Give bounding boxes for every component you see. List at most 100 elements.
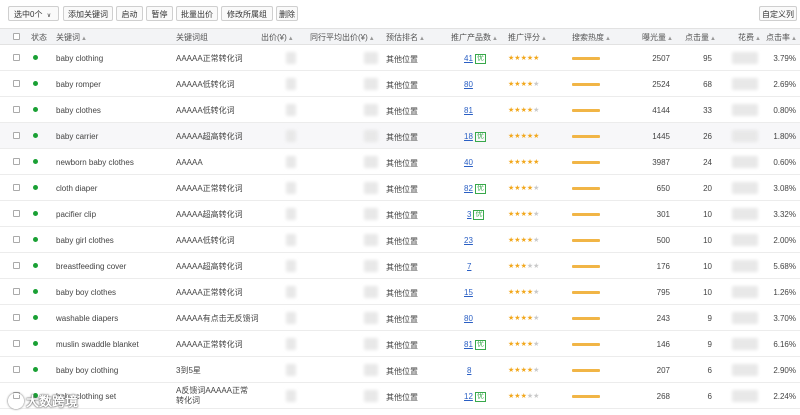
optimize-badge[interactable]: 优 (474, 340, 486, 350)
row-checkbox[interactable] (13, 132, 20, 139)
keyword-group-cell[interactable]: AAAAA超高转化词 (176, 210, 276, 220)
bid-value-blurred[interactable] (286, 104, 296, 116)
row-checkbox[interactable] (13, 184, 20, 191)
optimize-badge[interactable]: 优 (474, 132, 486, 142)
row-checkbox[interactable] (13, 340, 20, 347)
product-count-link[interactable]: 81 (464, 340, 473, 349)
status-active-icon[interactable] (33, 315, 38, 320)
status-active-icon[interactable] (33, 289, 38, 294)
status-active-icon[interactable] (33, 341, 38, 346)
product-count-cell[interactable]: 81 优 (464, 340, 486, 350)
row-checkbox[interactable] (13, 262, 20, 269)
optimize-badge[interactable]: 优 (474, 392, 486, 402)
status-active-icon[interactable] (33, 211, 38, 216)
status-active-icon[interactable] (33, 263, 38, 268)
product-count-link[interactable]: 40 (464, 158, 473, 167)
bid-value-blurred[interactable] (286, 286, 296, 298)
product-count-link[interactable]: 80 (464, 80, 473, 89)
add-keyword-button[interactable]: 添加关键词 (63, 6, 113, 21)
product-count-link[interactable]: 81 (464, 106, 473, 115)
product-count-link[interactable]: 23 (464, 236, 473, 245)
row-checkbox[interactable] (13, 106, 20, 113)
delete-button[interactable]: 删除 (276, 6, 298, 21)
keyword-group-cell[interactable]: AAAAA正常转化词 (176, 340, 276, 350)
row-checkbox[interactable] (13, 54, 20, 61)
select-dropdown[interactable]: 选中0个 ∨ (8, 6, 59, 21)
status-active-icon[interactable] (33, 367, 38, 372)
header-impressions[interactable]: 曝光量▲ (642, 32, 673, 43)
keyword-group-cell[interactable]: A反馈词AAAAA正常转化词 (176, 386, 248, 406)
keyword-group-cell[interactable]: AAAAA正常转化词 (176, 54, 276, 64)
product-count-link[interactable]: 7 (467, 262, 471, 271)
keyword-group-cell[interactable]: AAAAA低转化词 (176, 236, 276, 246)
keyword-group-cell[interactable]: 3到5星 (176, 366, 276, 376)
pause-button[interactable]: 暂停 (146, 6, 173, 21)
product-count-cell[interactable]: 8 (467, 366, 471, 375)
bid-value-blurred[interactable] (286, 312, 296, 324)
header-cost[interactable]: 花费▲ (738, 32, 761, 43)
bid-value-blurred[interactable] (286, 364, 296, 376)
status-active-icon[interactable] (33, 237, 38, 242)
status-active-icon[interactable] (33, 185, 38, 190)
product-count-cell[interactable]: 81 (464, 106, 473, 115)
custom-columns-button[interactable]: 自定义列 (759, 6, 797, 21)
select-all-checkbox[interactable] (13, 33, 20, 40)
header-clicks[interactable]: 点击量▲ (685, 32, 716, 43)
product-count-link[interactable]: 82 (464, 184, 473, 193)
keyword-group-cell[interactable]: AAAAA (176, 158, 276, 168)
status-active-icon[interactable] (33, 133, 38, 138)
row-checkbox[interactable] (13, 210, 20, 217)
bid-value-blurred[interactable] (286, 338, 296, 350)
batch-bid-button[interactable]: 批量出价 (176, 6, 218, 21)
product-count-cell[interactable]: 18 优 (464, 132, 486, 142)
optimize-badge[interactable]: 优 (474, 54, 486, 64)
product-count-cell[interactable]: 80 (464, 80, 473, 89)
bid-value-blurred[interactable] (286, 52, 296, 64)
keyword-group-cell[interactable]: AAAAA正常转化词 (176, 288, 276, 298)
product-count-cell[interactable]: 3优 (467, 210, 485, 220)
change-group-button[interactable]: 修改所属组 (221, 6, 273, 21)
optimize-badge[interactable]: 优 (474, 184, 486, 194)
keyword-group-cell[interactable]: AAAAA低转化词 (176, 80, 276, 90)
product-count-link[interactable]: 8 (467, 366, 471, 375)
header-bid[interactable]: 出价(¥)▲ (261, 32, 294, 43)
product-count-cell[interactable]: 12 优 (464, 392, 486, 402)
product-count-cell[interactable]: 23 (464, 236, 473, 245)
row-checkbox[interactable] (13, 158, 20, 165)
header-heat[interactable]: 搜索热度▲ (572, 32, 611, 43)
optimize-badge[interactable]: 优 (473, 210, 485, 220)
product-count-cell[interactable]: 82 优 (464, 184, 486, 194)
start-button[interactable]: 启动 (116, 6, 143, 21)
bid-value-blurred[interactable] (286, 208, 296, 220)
bid-value-blurred[interactable] (286, 182, 296, 194)
bid-value-blurred[interactable] (286, 234, 296, 246)
product-count-link[interactable]: 3 (467, 210, 471, 219)
product-count-cell[interactable]: 40 (464, 158, 473, 167)
header-ctr[interactable]: 点击率▲ (766, 32, 797, 43)
product-count-cell[interactable]: 80 (464, 314, 473, 323)
product-count-cell[interactable]: 7 (467, 262, 471, 271)
keyword-group-cell[interactable]: AAAAA低转化词 (176, 106, 276, 116)
product-count-cell[interactable]: 15 (464, 288, 473, 297)
row-checkbox[interactable] (13, 80, 20, 87)
keyword-group-cell[interactable]: AAAAA超高转化词 (176, 132, 276, 142)
header-peer-avg[interactable]: 同行平均出价(¥)▲ (310, 32, 375, 43)
bid-value-blurred[interactable] (286, 130, 296, 142)
row-checkbox[interactable] (13, 366, 20, 373)
product-count-link[interactable]: 80 (464, 314, 473, 323)
product-count-cell[interactable]: 41 优 (464, 54, 486, 64)
row-checkbox[interactable] (13, 314, 20, 321)
header-rank[interactable]: 预估排名▲ (386, 32, 425, 43)
status-active-icon[interactable] (33, 159, 38, 164)
bid-value-blurred[interactable] (286, 156, 296, 168)
bid-value-blurred[interactable] (286, 78, 296, 90)
status-active-icon[interactable] (33, 55, 38, 60)
row-checkbox[interactable] (13, 288, 20, 295)
bid-value-blurred[interactable] (286, 390, 296, 402)
header-products[interactable]: 推广产品数▲ (451, 32, 498, 43)
product-count-link[interactable]: 15 (464, 288, 473, 297)
product-count-link[interactable]: 12 (464, 392, 473, 401)
status-active-icon[interactable] (33, 107, 38, 112)
bid-value-blurred[interactable] (286, 260, 296, 272)
row-checkbox[interactable] (13, 236, 20, 243)
